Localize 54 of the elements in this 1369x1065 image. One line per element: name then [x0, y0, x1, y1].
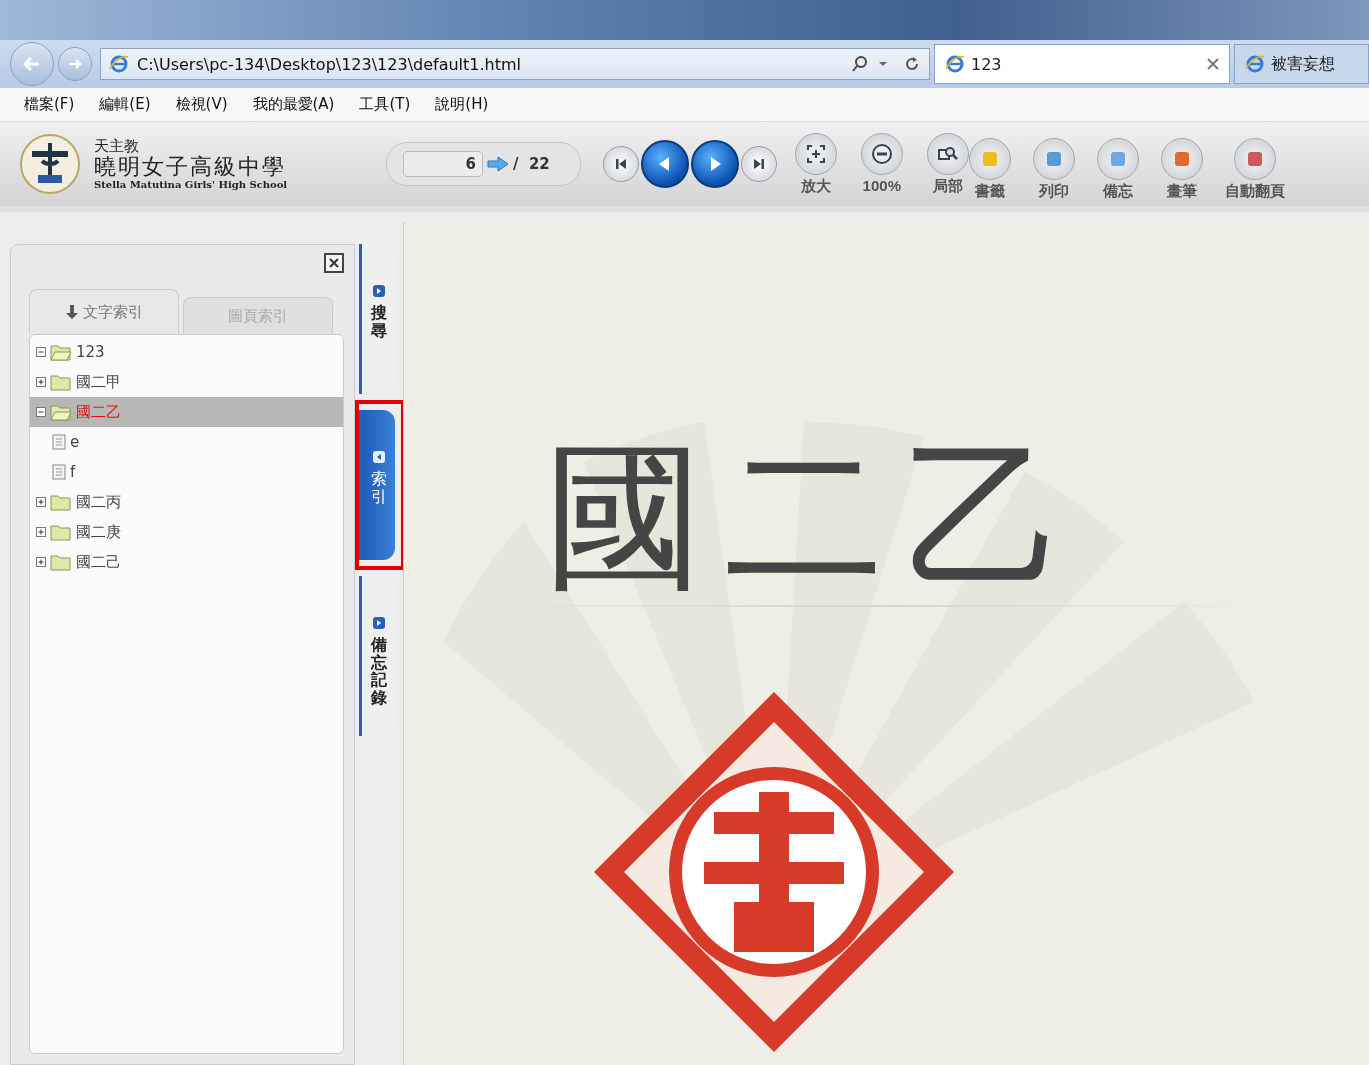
page-icon — [52, 464, 66, 480]
tree-item[interactable]: e — [30, 427, 343, 457]
menu-item[interactable]: 檔案(F) — [24, 95, 75, 114]
folder-icon — [50, 403, 72, 421]
page-total: / 22 — [513, 155, 550, 173]
menu-item[interactable]: 工具(T) — [359, 95, 411, 114]
school-name-english: Stella Matutina Girls' High School — [94, 178, 288, 190]
folder-icon — [50, 523, 72, 541]
page-title: 國二乙 — [544, 437, 1085, 597]
page-icon — [52, 434, 66, 450]
tree-item[interactable]: 國二甲 — [30, 367, 343, 397]
menu-item[interactable]: 檢視(V) — [175, 95, 228, 114]
skip-forward-icon — [751, 157, 766, 171]
school-motto: 天主教 — [94, 138, 140, 155]
menu-item[interactable]: 編輯(E) — [99, 95, 151, 114]
last-page-button[interactable] — [740, 146, 777, 182]
page-field[interactable]: 6 — [403, 151, 483, 177]
close-icon[interactable] — [324, 253, 344, 273]
tree-item[interactable]: 123 — [30, 337, 343, 367]
next-page-button[interactable] — [690, 140, 739, 188]
browser-tab[interactable]: 被害妄想 — [1234, 44, 1369, 84]
first-page-button[interactable] — [602, 146, 639, 182]
folder-icon — [50, 553, 72, 571]
side-tab[interactable]: 索引 — [359, 410, 395, 560]
minus-circle-icon — [870, 142, 893, 165]
tree-item[interactable]: 國二己 — [30, 547, 343, 577]
browser-icon — [1245, 54, 1265, 74]
expander-icon[interactable] — [36, 497, 46, 507]
folder-icon — [50, 373, 72, 391]
zoom-in-icon — [805, 143, 826, 164]
go-arrow-icon[interactable] — [487, 156, 509, 172]
skip-back-icon — [613, 157, 628, 171]
tree-item[interactable]: 國二庚 — [30, 517, 343, 547]
menu-item[interactable]: 說明(H) — [435, 95, 489, 114]
expander-icon[interactable] — [36, 407, 46, 417]
expander-icon[interactable] — [36, 377, 46, 387]
school-name: 曉明女子高級中學 — [94, 154, 287, 179]
folder-icon — [50, 343, 72, 361]
address-field[interactable]: C:\Users\pc-134\Desktop\123\123\default1.html — [100, 48, 930, 80]
folder-icon — [50, 493, 72, 511]
menu-item[interactable]: 我的最愛(A) — [252, 95, 335, 114]
auto-button[interactable]: 自動翻頁 — [1224, 137, 1285, 201]
refresh-icon[interactable] — [903, 55, 921, 73]
tree-item[interactable]: 國二丙 — [30, 487, 343, 517]
browser-icon — [109, 54, 129, 74]
browser-icon — [945, 54, 965, 74]
expander-icon[interactable] — [36, 527, 46, 537]
tree-item[interactable]: f — [30, 457, 343, 487]
browser-tab[interactable]: 123 — [934, 44, 1230, 84]
expander-icon[interactable] — [36, 557, 46, 567]
expander-icon[interactable] — [36, 347, 46, 357]
index-tab[interactable]: 文字索引 — [29, 289, 179, 334]
prev-page-button[interactable] — [640, 140, 689, 188]
down-arrow-icon — [65, 304, 79, 320]
